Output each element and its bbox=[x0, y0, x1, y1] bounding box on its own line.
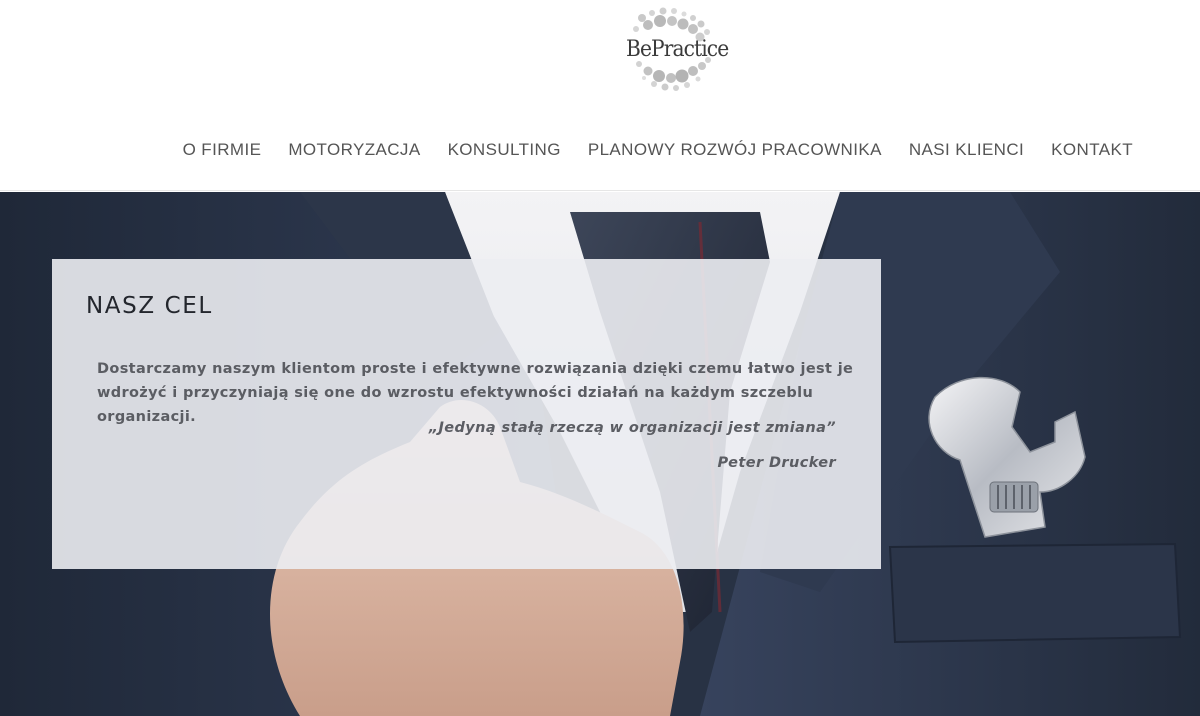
nav-item-nasi-klienci[interactable]: NASI KLIENCI bbox=[909, 139, 1024, 161]
mission-panel: NASZ CEL Dostarczamy naszym klientom pro… bbox=[52, 259, 881, 569]
nav-item-konsulting[interactable]: KONSULTING bbox=[448, 139, 561, 161]
mission-description: Dostarczamy naszym klientom proste i efe… bbox=[97, 361, 854, 425]
brand-logo[interactable]: BePractice bbox=[612, 4, 740, 96]
mission-title: NASZ CEL bbox=[86, 293, 213, 319]
nav-item-planowy-rozwoj[interactable]: PLANOWY ROZWÓJ PRACOWNIKA bbox=[588, 139, 882, 161]
hero-section: NASZ CEL Dostarczamy naszym klientom pro… bbox=[0, 192, 1200, 716]
logo-text: BePractice bbox=[626, 37, 729, 62]
quote-author: Peter Drucker bbox=[717, 455, 836, 471]
nav-item-motoryzacja[interactable]: MOTORYZACJA bbox=[288, 139, 420, 161]
nav-item-kontakt[interactable]: KONTAKT bbox=[1051, 139, 1133, 161]
main-nav: O FIRMIE MOTORYZACJA KONSULTING PLANOWY … bbox=[183, 139, 1133, 161]
site-header: BePractice O FIRMIE MOTORYZACJA KONSULTI… bbox=[0, 0, 1200, 191]
nav-item-o-firmie[interactable]: O FIRMIE bbox=[183, 139, 262, 161]
mission-quote: „Jedyną stałą rzeczą w organizacji jest … bbox=[428, 420, 836, 436]
